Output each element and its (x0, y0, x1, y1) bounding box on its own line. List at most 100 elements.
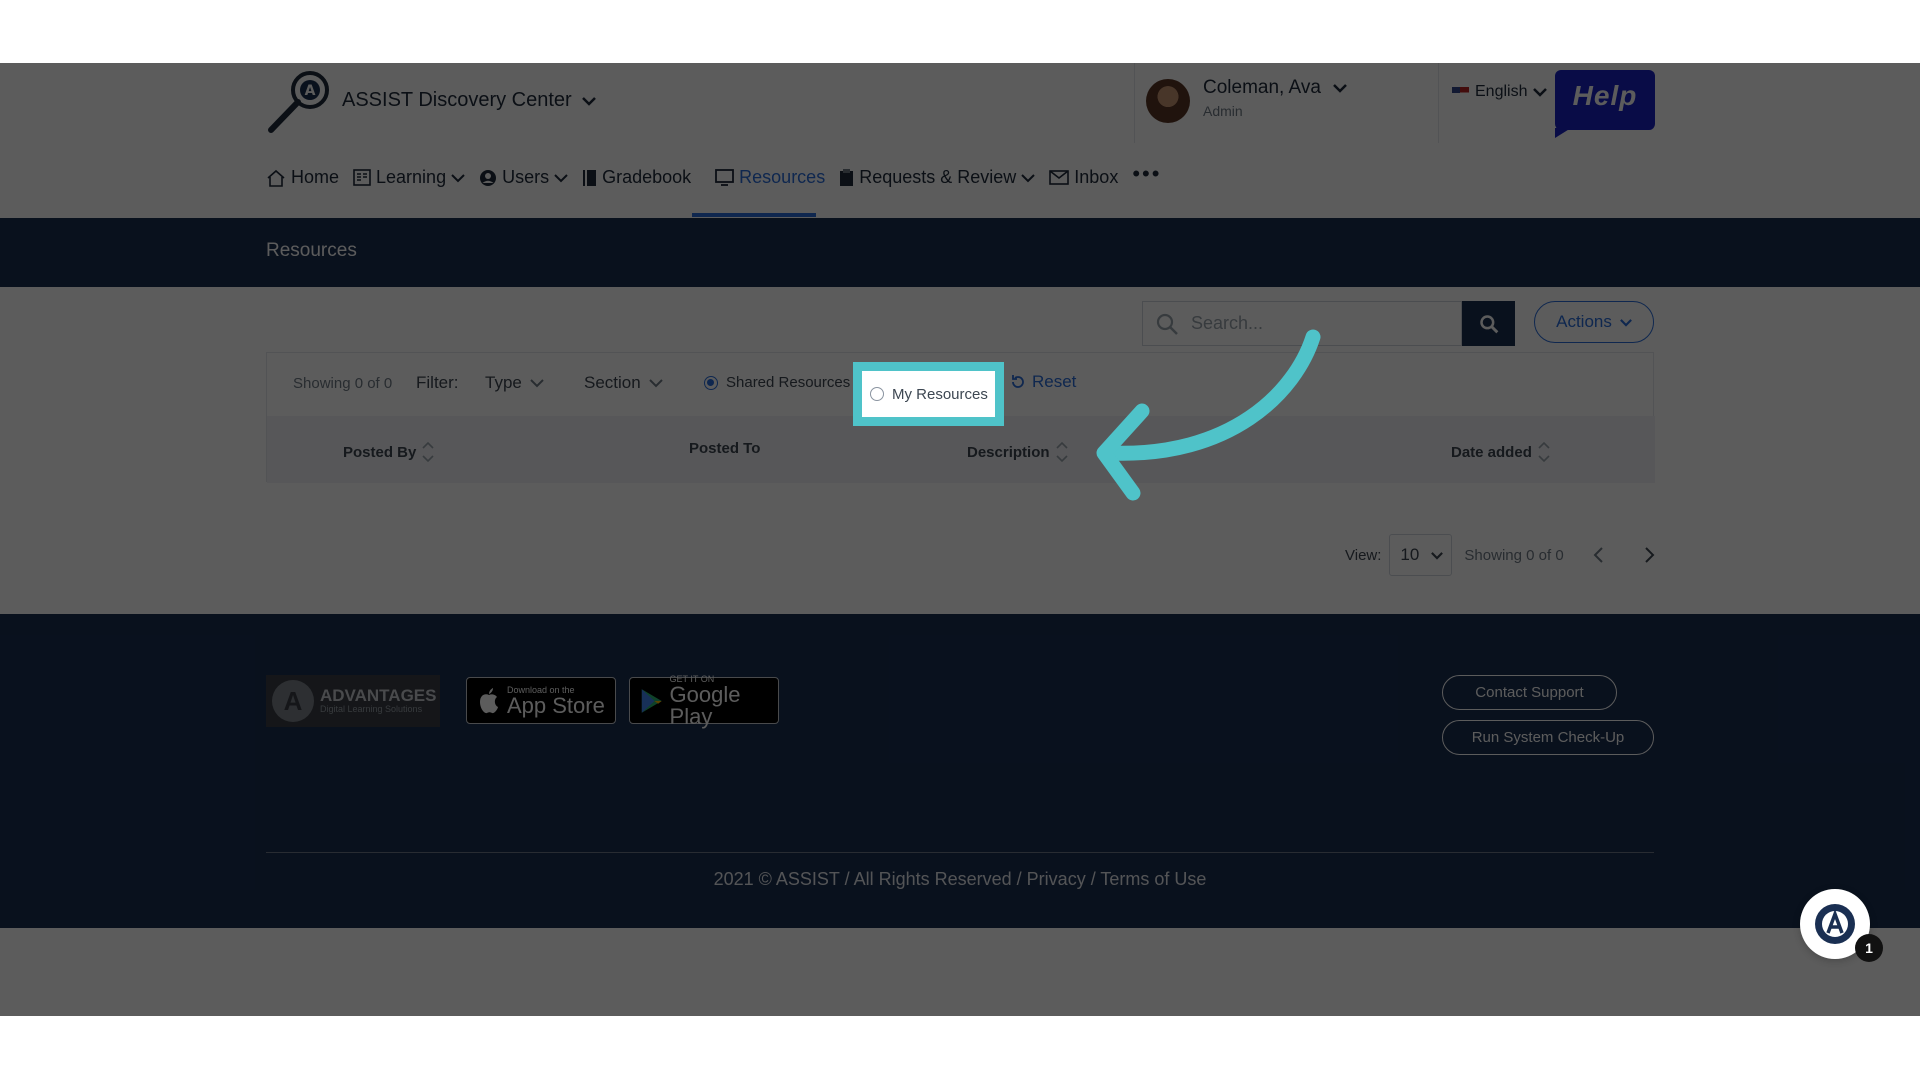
top-header: A ASSIST Discovery Center Coleman, Ava A… (0, 63, 1920, 218)
copyright-text: 2021 © ASSIST / All Rights Reserved / Pr… (713, 869, 1207, 889)
user-name: Coleman, Ava (1203, 77, 1321, 98)
search-button[interactable] (1462, 301, 1515, 346)
user-icon (480, 169, 497, 186)
sort-icon (1055, 441, 1068, 463)
nav-resources-label: Resources (739, 167, 826, 187)
chevron-down-icon (1021, 173, 1035, 182)
chevron-down-icon (648, 379, 663, 388)
chevron-down-icon (581, 96, 596, 106)
resources-content: Search... Actions Showing 0 of 0 Filter:… (0, 287, 1920, 614)
reset-label: Reset (1032, 372, 1077, 391)
column-posted-by-label: Posted By (343, 443, 417, 461)
radio-checked-icon (704, 375, 718, 390)
nav-resources[interactable]: Resources (715, 167, 825, 188)
page-title: Resources (266, 240, 357, 261)
column-posted-to-label: Posted To (689, 440, 761, 457)
google-play-badge[interactable]: GET IT ON Google Play (629, 674, 779, 727)
nav-learning-label: Learning (376, 167, 447, 187)
search-icon (1479, 314, 1498, 333)
learning-icon (353, 169, 371, 186)
type-filter-dropdown[interactable]: Type (485, 373, 544, 393)
nav-users[interactable]: Users (479, 167, 568, 188)
brand-tagline: Digital Learning Solutions (320, 704, 423, 714)
brand-name: ADVANTAGES (320, 686, 437, 705)
nav-inbox[interactable]: Inbox (1049, 167, 1118, 188)
table-header: Posted By Posted To Description Date add… (267, 416, 1655, 483)
language-label: English (1475, 83, 1528, 100)
app-title-menu[interactable]: ASSIST Discovery Center (342, 89, 596, 112)
section-filter-dropdown[interactable]: Section (584, 373, 663, 393)
chevron-right-icon[interactable] (1644, 546, 1656, 564)
contact-support-button[interactable]: Contact Support (1442, 675, 1617, 710)
reset-button[interactable]: Reset (1010, 372, 1076, 392)
radio-unchecked-icon (870, 387, 884, 401)
chevron-down-icon (1619, 318, 1632, 327)
nav-gradebook[interactable]: Gradebook (582, 167, 691, 188)
nav-requests-label: Requests & Review (859, 167, 1017, 187)
system-checkup-button[interactable]: Run System Check-Up (1442, 720, 1654, 755)
my-resources-radio[interactable]: My Resources (862, 371, 995, 417)
chevron-down-icon (451, 173, 465, 182)
nav-home-label: Home (291, 167, 340, 187)
brand-a-icon: A (272, 680, 314, 722)
page-size-select[interactable]: 10 (1389, 534, 1453, 576)
chevron-down-icon (1431, 551, 1444, 560)
column-posted-to: Posted To (689, 440, 760, 457)
apple-icon (480, 687, 498, 713)
chevron-down-icon (1333, 84, 1347, 93)
chat-notification-badge: 1 (1855, 934, 1883, 962)
language-selector[interactable]: English (1452, 83, 1548, 101)
chevron-down-icon (530, 379, 544, 388)
column-date-added-label: Date added (1451, 443, 1532, 461)
google-play-big-text: Google Play (669, 681, 741, 729)
avatar[interactable] (1146, 79, 1190, 123)
nav-requests-review[interactable]: Requests & Review (839, 167, 1035, 188)
book-icon (583, 169, 597, 186)
section-filter-label: Section (584, 373, 641, 392)
app-store-big-text: App Store (507, 692, 605, 718)
main-nav: Home Learning Users Gradebook Resources (266, 161, 1175, 188)
filter-label: Filter: (416, 373, 459, 392)
advantages-logo: A ADVANTAGES Digital Learning Solutions (266, 675, 440, 727)
app-store-badge[interactable]: Download on the App Store (466, 677, 616, 724)
nav-home[interactable]: Home (266, 167, 339, 188)
user-menu[interactable]: Coleman, Ava (1203, 77, 1347, 99)
column-description-label: Description (967, 443, 1050, 461)
nav-gradebook-label: Gradebook (602, 167, 692, 187)
magnifier-logo-icon: A (268, 71, 329, 133)
shared-resources-radio[interactable]: Shared Resources (704, 374, 850, 391)
view-label: View: (1345, 546, 1382, 564)
page-size-value: 10 (1400, 545, 1420, 564)
nav-inbox-label: Inbox (1074, 167, 1119, 187)
app-screen: A ASSIST Discovery Center Coleman, Ava A… (0, 63, 1920, 1016)
google-play-icon (641, 688, 662, 713)
column-description[interactable]: Description (967, 440, 1068, 464)
type-filter-label: Type (485, 373, 522, 392)
chevron-down-icon (554, 173, 568, 182)
us-flag-icon (1452, 86, 1469, 98)
pagination: View: 10 Showing 0 of 0 (1345, 534, 1656, 576)
column-posted-by[interactable]: Posted By (343, 440, 434, 464)
more-menu-icon[interactable]: ••• (1132, 161, 1161, 187)
page-bottom (0, 928, 1920, 1016)
actions-label: Actions (1556, 312, 1612, 331)
refresh-icon (1012, 375, 1024, 388)
pager-showing: Showing 0 of 0 (1464, 546, 1564, 564)
actions-button[interactable]: Actions (1534, 301, 1654, 343)
resources-icon (715, 169, 735, 186)
chevron-left-icon[interactable] (1592, 546, 1604, 564)
home-icon (267, 169, 285, 187)
help-button[interactable]: Help (1555, 70, 1655, 138)
mail-icon (1049, 170, 1070, 185)
clipboard-icon (840, 168, 854, 186)
nav-users-label: Users (502, 167, 550, 187)
active-tab-indicator (692, 213, 816, 217)
showing-count: Showing 0 of 0 (293, 375, 393, 392)
app-title: ASSIST Discovery Center (342, 89, 572, 111)
pointer-arrow-icon (1096, 329, 1321, 501)
page-title-bar: Resources (0, 218, 1920, 287)
shared-resources-label: Shared Resources (726, 374, 851, 391)
nav-learning[interactable]: Learning (353, 167, 465, 188)
column-date-added[interactable]: Date added (1451, 440, 1550, 464)
chevron-down-icon (1533, 88, 1548, 97)
